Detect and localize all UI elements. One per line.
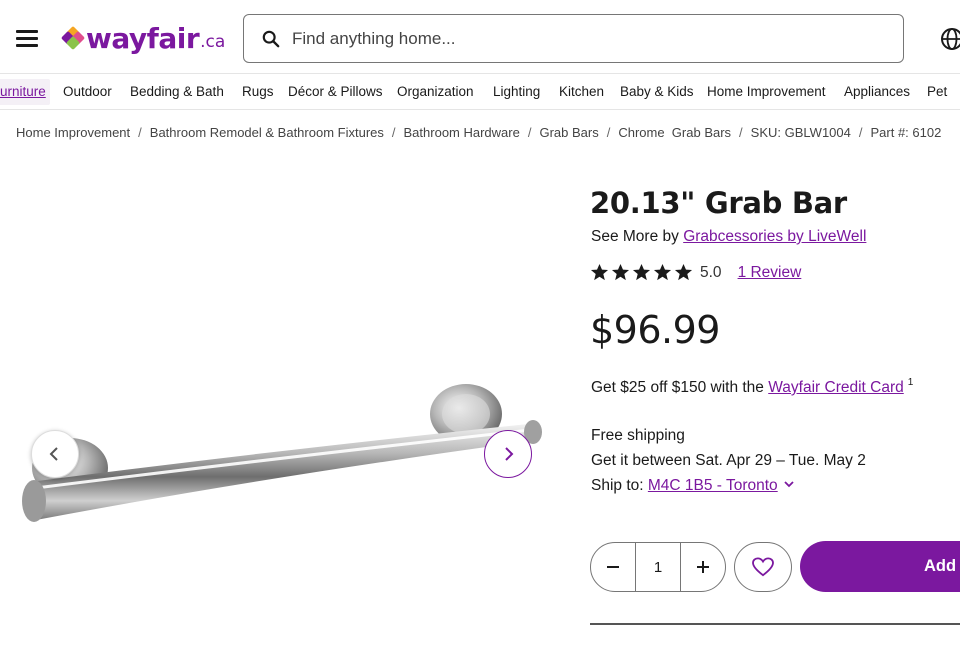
category-bedding-bath[interactable]: Bedding & Bath	[130, 84, 224, 99]
breadcrumb-separator: /	[391, 125, 396, 140]
category-rugs[interactable]: Rugs	[242, 84, 274, 99]
credit-card-link[interactable]: Wayfair Credit Card	[768, 379, 904, 396]
search-icon[interactable]	[262, 30, 280, 48]
credit-footnote: 1	[907, 377, 914, 388]
chevron-right-icon	[505, 447, 514, 461]
logo-text: wayfair	[86, 21, 200, 55]
increase-quantity-button[interactable]	[681, 543, 725, 591]
category-baby-kids[interactable]: Baby & Kids	[620, 84, 694, 99]
product-gallery	[0, 150, 560, 646]
see-more-label: See More by	[591, 228, 684, 245]
category-furniture[interactable]: urniture	[0, 79, 50, 105]
product-title: 20.13" Grab Bar	[590, 186, 847, 220]
category-nav: urniture Outdoor Bedding & Bath Rugs Déc…	[0, 75, 960, 110]
star-icon	[611, 263, 630, 281]
chevron-left-icon	[49, 447, 58, 461]
category-lighting[interactable]: Lighting	[493, 84, 540, 99]
plus-icon	[696, 561, 709, 573]
ship-to-label: Ship to:	[591, 477, 648, 494]
product-price: $96.99	[590, 308, 720, 352]
site-header: wayfair .ca	[0, 0, 960, 74]
breadcrumb-separator: /	[858, 125, 863, 140]
chevron-down-icon[interactable]	[784, 479, 794, 489]
credit-offer-text: Get $25 off $150 with the	[591, 379, 769, 396]
ship-to-location-link[interactable]: M4C 1B5 - Toronto	[648, 477, 778, 494]
add-to-cart-button[interactable]: Add to Cart	[800, 541, 960, 592]
minus-icon	[607, 566, 620, 568]
rating-value: 5.0	[700, 263, 722, 281]
star-icon	[632, 263, 651, 281]
reviews-link[interactable]: 1 Review	[738, 264, 802, 282]
breadcrumb-separator: /	[606, 125, 611, 140]
rating-row: 5.0 1 Review	[590, 263, 801, 282]
breadcrumb-separator: /	[527, 125, 532, 140]
menu-icon[interactable]	[16, 30, 38, 48]
gallery-prev-button[interactable]	[31, 430, 79, 478]
breadcrumb-link[interactable]: Bathroom Hardware	[404, 125, 520, 140]
favorite-button[interactable]	[734, 542, 792, 592]
star-icon	[653, 263, 672, 281]
see-more-line: See More by Grabcessories by LiveWell	[591, 228, 866, 246]
category-appliances[interactable]: Appliances	[844, 84, 910, 99]
quantity-value[interactable]: 1	[635, 543, 681, 591]
credit-card-offer: Get $25 off $150 with the Wayfair Credit…	[591, 377, 913, 397]
star-icon	[674, 263, 693, 281]
breadcrumb-link[interactable]: Bathroom Remodel & Bathroom Fixtures	[150, 125, 384, 140]
category-pet[interactable]: Pet	[927, 84, 947, 99]
breadcrumb-link[interactable]: Grab Bars	[539, 125, 598, 140]
breadcrumb-part-number: Part #: 6102	[870, 125, 942, 140]
breadcrumb-sku: SKU: GBLW1004	[750, 125, 851, 140]
breadcrumb-link[interactable]: Home Improvement	[16, 125, 130, 140]
heart-icon	[752, 557, 774, 577]
gallery-next-button[interactable]	[484, 430, 532, 478]
logo-tld: .ca	[200, 32, 226, 52]
ship-to-row: Ship to: M4C 1B5 - Toronto	[591, 477, 794, 495]
search-box[interactable]	[243, 14, 904, 63]
breadcrumb: Home Improvement / Bathroom Remodel & Bath…	[16, 125, 941, 140]
decrease-quantity-button[interactable]	[591, 543, 635, 591]
delivery-estimate: Get it between Sat. Apr 29 – Tue. May 2	[591, 452, 866, 469]
star-rating[interactable]	[590, 263, 693, 282]
search-input[interactable]	[292, 15, 882, 62]
category-home-improvement[interactable]: Home Improvement	[707, 84, 826, 99]
category-kitchen[interactable]: Kitchen	[559, 84, 604, 99]
logo-mark-icon	[60, 25, 86, 51]
breadcrumb-separator: /	[739, 125, 743, 140]
shipping-label: Free shipping	[591, 427, 685, 444]
product-image	[0, 150, 560, 646]
category-organization[interactable]: Organization	[397, 84, 474, 99]
section-divider	[590, 623, 960, 625]
star-icon	[590, 263, 609, 281]
category-decor-pillows[interactable]: Décor & Pillows	[288, 84, 383, 99]
globe-icon[interactable]	[940, 27, 960, 51]
category-outdoor[interactable]: Outdoor	[63, 84, 112, 99]
wayfair-logo[interactable]: wayfair .ca	[60, 20, 226, 56]
breadcrumb-link[interactable]: Chrome Grab Bars	[618, 125, 731, 140]
brand-link[interactable]: Grabcessories by LiveWell	[683, 228, 866, 245]
quantity-stepper: 1	[590, 542, 726, 592]
breadcrumb-separator: /	[138, 125, 142, 140]
